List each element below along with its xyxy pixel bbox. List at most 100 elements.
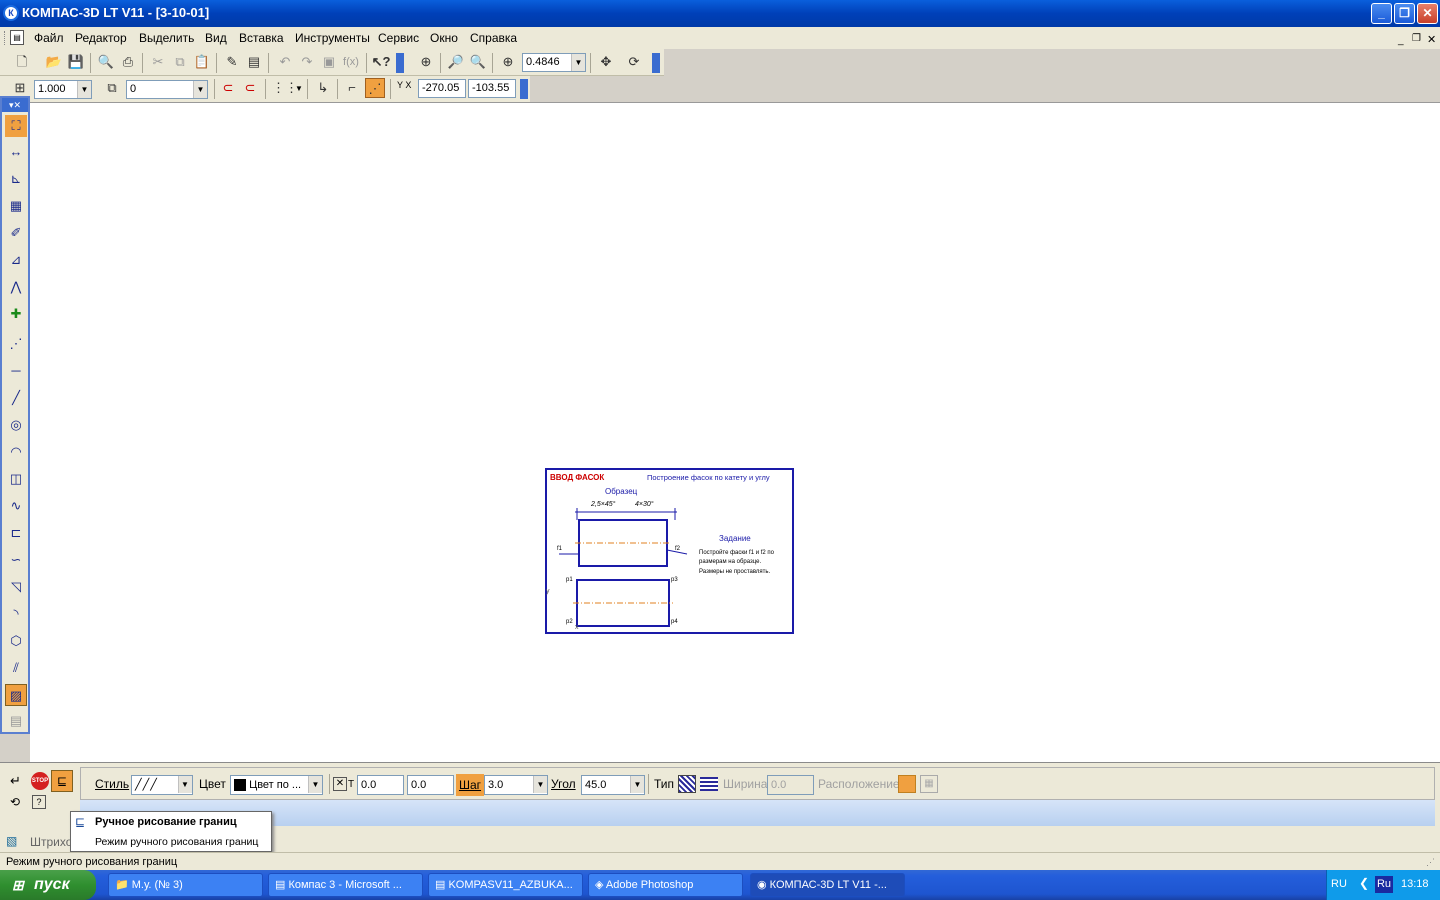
doc-minimize-icon[interactable]: _ — [1398, 35, 1404, 46]
menu-editor[interactable]: Редактор — [75, 31, 127, 45]
drawing-sheet[interactable]: ВВОД ФАСОК Построение фасок по катету и … — [545, 468, 794, 634]
position-front-icon[interactable] — [898, 775, 916, 793]
function-icon[interactable]: f(x) — [341, 52, 361, 72]
properties-icon[interactable]: ✎ — [222, 52, 242, 72]
zoom-in-icon[interactable]: 🔎 — [446, 52, 466, 72]
coordinate-system-icon[interactable]: ↳ — [313, 78, 333, 98]
refresh-icon[interactable]: ⟳ — [624, 52, 644, 72]
save-icon[interactable]: 💾 — [66, 52, 86, 72]
task-kompas[interactable]: ◉ КОМПАС-3D LT V11 -... — [750, 873, 905, 897]
polyline-icon[interactable]: ⊏ — [5, 522, 27, 544]
close-button[interactable]: ✕ — [1417, 3, 1438, 24]
polygon-icon[interactable]: ⬡ — [5, 630, 27, 652]
task-word-2[interactable]: ▤ KOMPASV11_AZBUKA... — [428, 873, 583, 897]
chevron-down-icon[interactable]: ▼ — [193, 81, 207, 98]
contour-icon[interactable]: ▤ — [5, 710, 27, 732]
point-y-field[interactable]: 0.0 — [407, 775, 454, 795]
style-combo[interactable]: ╱╱╱ ▼ — [131, 775, 193, 795]
fill-type-icon[interactable] — [700, 777, 718, 791]
local-snap-icon[interactable]: ⊂ — [240, 78, 260, 98]
segment-icon[interactable]: ╱ — [5, 387, 27, 409]
color-combo[interactable]: Цвет по ... ▼ — [230, 775, 323, 795]
toolbar-overflow-icon[interactable] — [396, 53, 404, 73]
chevron-down-icon[interactable]: ▼ — [295, 84, 303, 93]
compact-toolbar-header[interactable]: ▾✕ — [2, 98, 28, 112]
hatch-type-icon[interactable] — [678, 775, 696, 793]
pan-icon[interactable]: ✥ — [596, 52, 616, 72]
bezier-icon[interactable]: ∽ — [5, 549, 27, 571]
doc-restore-icon[interactable]: ❐ — [1412, 33, 1421, 44]
equidistant-icon[interactable]: ⫽ — [5, 657, 27, 679]
help-icon[interactable]: ? — [32, 795, 46, 809]
dimensions-icon[interactable]: ↔ — [5, 141, 27, 163]
spline-icon[interactable]: ∿ — [5, 495, 27, 517]
document-icon[interactable]: ▤ — [10, 30, 24, 45]
point-icon[interactable]: ⋰ — [5, 333, 27, 355]
position-back-icon[interactable]: ▦ — [920, 775, 938, 793]
print-icon[interactable]: ⎙ — [118, 52, 138, 72]
spec-icon[interactable]: ✚ — [5, 303, 27, 325]
minimize-button[interactable]: _ — [1371, 3, 1392, 24]
start-button[interactable]: ⊞ пуск — [0, 870, 96, 900]
menu-help[interactable]: Справка — [470, 31, 517, 45]
language-indicator[interactable]: RU — [1331, 878, 1347, 890]
doc-close-icon[interactable]: ✕ — [1427, 33, 1436, 46]
manager-icon[interactable]: ▤ — [244, 52, 264, 72]
angle-combo[interactable]: 45.0 ▼ — [581, 775, 645, 795]
step-combo[interactable]: 3.0 ▼ — [484, 775, 548, 795]
chevron-down-icon[interactable]: ▼ — [77, 81, 91, 98]
measurements-icon[interactable]: ⊿ — [5, 249, 27, 271]
cursor-y-field[interactable]: -103.55 — [468, 79, 516, 98]
undo-icon[interactable]: ↶ — [275, 52, 295, 72]
manual-border-icon[interactable]: ⊑ — [51, 770, 73, 792]
restore-button[interactable]: ❐ — [1394, 3, 1415, 24]
task-photoshop[interactable]: ◈ Adobe Photoshop — [588, 873, 743, 897]
toolbar-overflow-icon[interactable] — [520, 79, 528, 99]
point-x-field[interactable]: 0.0 — [357, 775, 404, 795]
keyboard-layout-icon[interactable]: Ru — [1375, 876, 1393, 893]
new-file-icon[interactable]: 🗋 — [12, 52, 32, 72]
editing-icon[interactable]: ▦ — [5, 195, 27, 217]
hatch-icon[interactable]: ▨ — [5, 684, 27, 706]
snap-magnet-icon[interactable]: ⊂ — [218, 78, 238, 98]
help-pointer-icon[interactable]: ↖? — [371, 52, 391, 72]
auto-create-icon[interactable]: ⟲ — [10, 795, 20, 809]
menu-select[interactable]: Выделить — [139, 31, 194, 45]
zoom-window-icon[interactable]: ⊕ — [416, 52, 436, 72]
tray-arrow-icon[interactable]: ❮ — [1359, 876, 1369, 890]
layers-icon[interactable]: ⧉ — [102, 78, 122, 98]
chevron-down-icon[interactable]: ▼ — [178, 776, 192, 793]
menu-window[interactable]: Окно — [430, 31, 458, 45]
selection-icon[interactable]: ⋀ — [5, 276, 27, 298]
chevron-down-icon[interactable]: ▼ — [571, 54, 585, 71]
fillet-icon[interactable]: ◝ — [5, 603, 27, 625]
layer-combo[interactable]: 0 ▼ — [126, 80, 208, 99]
circle-icon[interactable]: ◎ — [5, 414, 27, 436]
chevron-down-icon[interactable]: ▼ — [630, 776, 644, 793]
chevron-down-icon[interactable]: ▼ — [308, 776, 322, 793]
create-object-icon[interactable]: ↵ — [10, 773, 28, 791]
menu-service[interactable]: Сервис — [378, 31, 419, 45]
paste-icon[interactable]: 📋 — [192, 52, 212, 72]
arc-icon[interactable]: ◠ — [5, 441, 27, 463]
cursor-x-field[interactable]: -270.05 — [418, 79, 466, 98]
open-icon[interactable]: 📂 — [44, 52, 64, 72]
chevron-down-icon[interactable]: ▼ — [533, 776, 547, 793]
ellipse-icon[interactable]: ◫ — [5, 468, 27, 490]
drawing-canvas[interactable] — [30, 102, 1440, 762]
menu-view[interactable]: Вид — [205, 31, 227, 45]
auxiliary-line-icon[interactable]: ─ — [5, 360, 27, 382]
round-icon[interactable]: ⋰ — [365, 78, 385, 98]
stop-icon[interactable]: STOP — [31, 772, 49, 790]
zoom-out-icon[interactable]: 🔍 — [468, 52, 488, 72]
variables-icon[interactable]: ▣ — [319, 52, 339, 72]
geometry-icon[interactable]: ⛶ — [5, 115, 27, 137]
task-word-1[interactable]: ▤ Компас 3 - Microsoft ... — [268, 873, 423, 897]
step-combo[interactable]: 1.000 ▼ — [34, 80, 92, 99]
toolbar-overflow-icon[interactable] — [652, 53, 660, 73]
redo-icon[interactable]: ↷ — [297, 52, 317, 72]
step-label[interactable]: Шаг — [456, 774, 484, 796]
width-field[interactable]: 0.0 — [767, 775, 814, 795]
task-folder[interactable]: 📁 М.у. (№ 3) — [108, 873, 263, 897]
designations-icon[interactable]: ⊾ — [5, 168, 27, 190]
